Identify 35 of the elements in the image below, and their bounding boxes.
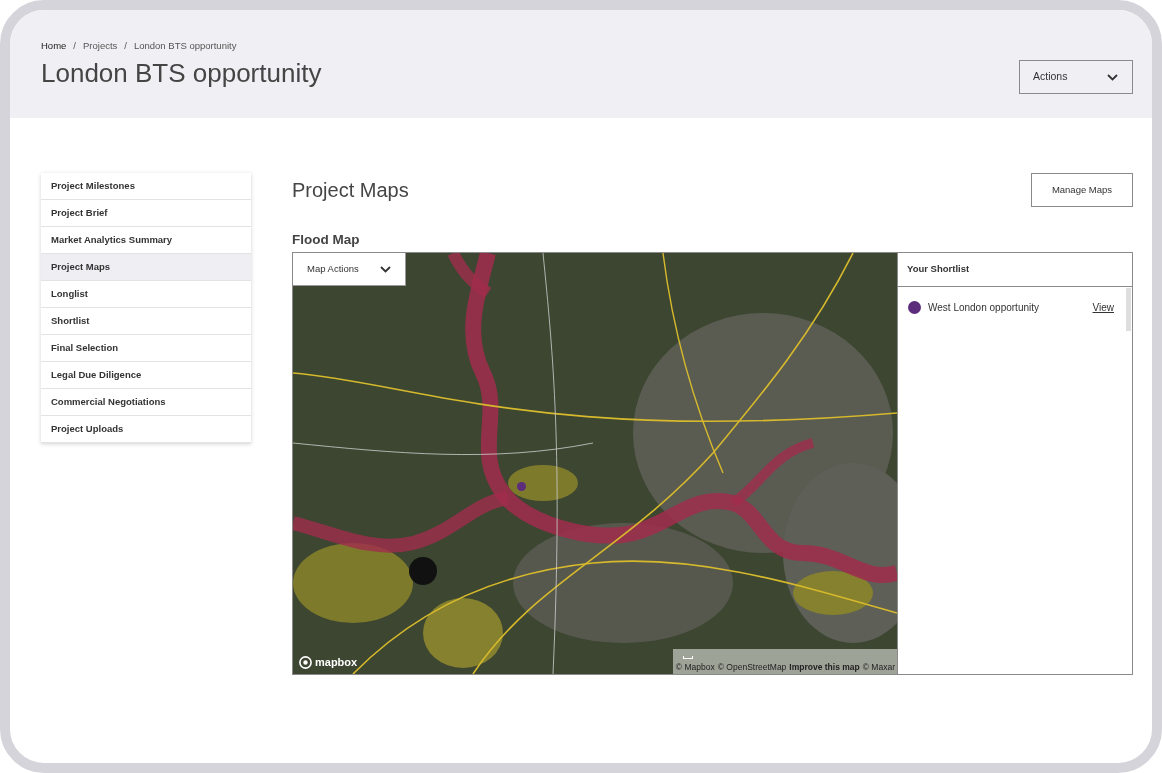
page-title: London BTS opportunity bbox=[41, 57, 322, 90]
map-actions-dropdown[interactable]: Map Actions bbox=[293, 253, 406, 286]
sidebar-item[interactable]: Commercial Negotiations bbox=[41, 389, 251, 416]
sidebar-item[interactable]: Shortlist bbox=[41, 308, 251, 335]
shortlist-item-name: West London opportunity bbox=[928, 301, 1039, 315]
map-marker-icon[interactable] bbox=[517, 482, 526, 491]
scrollbar-thumb[interactable] bbox=[1126, 288, 1131, 331]
breadcrumb-current: London BTS opportunity bbox=[133, 40, 237, 52]
mapbox-logo-icon bbox=[299, 656, 312, 669]
sidebar-item[interactable]: Market Analytics Summary bbox=[41, 227, 251, 254]
improve-map-link[interactable]: Improve this map bbox=[789, 662, 860, 673]
sidebar-item[interactable]: Final Selection bbox=[41, 335, 251, 362]
section-title: Project Maps bbox=[292, 178, 409, 203]
sidebar-item[interactable]: Legal Due Diligence bbox=[41, 362, 251, 389]
attribution-link[interactable]: © OpenStreetMap bbox=[717, 662, 787, 673]
chevron-down-icon bbox=[380, 265, 391, 273]
attribution-link[interactable]: © Mapbox bbox=[675, 662, 715, 673]
attribution-link[interactable]: © Maxar bbox=[862, 662, 895, 673]
breadcrumb-link[interactable]: Projects bbox=[83, 40, 118, 52]
scale-bar bbox=[683, 656, 693, 659]
manage-maps-button[interactable]: Manage Maps bbox=[1031, 173, 1133, 207]
chevron-down-icon bbox=[1107, 73, 1118, 81]
view-link[interactable]: View bbox=[1092, 300, 1114, 315]
breadcrumb-link[interactable]: Home bbox=[41, 40, 67, 52]
sidebar-item[interactable]: Project Milestones bbox=[41, 173, 251, 200]
shortlist-title: Your Shortlist bbox=[907, 262, 970, 277]
sidebar-item[interactable]: Project Brief bbox=[41, 200, 251, 227]
actions-dropdown[interactable]: Actions bbox=[1019, 60, 1133, 94]
map-title: Flood Map bbox=[292, 231, 361, 248]
sidebar-item[interactable]: Project Maps bbox=[41, 254, 251, 281]
breadcrumb-separator: / bbox=[124, 40, 127, 52]
logo-text: mapbox bbox=[315, 656, 358, 669]
sidebar-item[interactable]: Longlist bbox=[41, 281, 251, 308]
sidebar-item[interactable]: Project Uploads bbox=[41, 416, 251, 443]
breadcrumb-separator: / bbox=[73, 40, 76, 52]
